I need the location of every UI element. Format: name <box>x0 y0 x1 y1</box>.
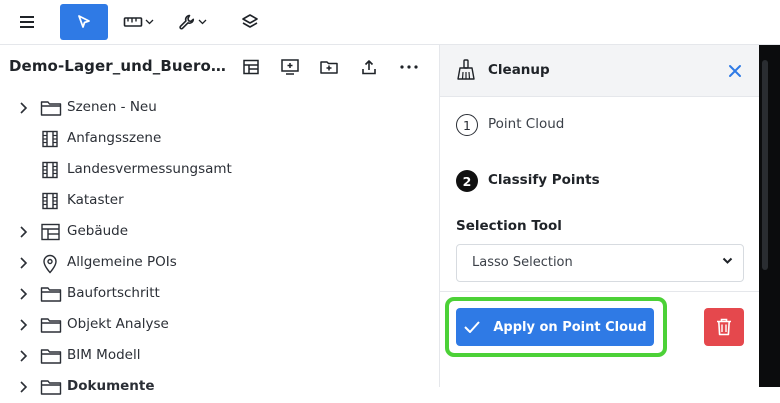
add-screen-icon <box>281 59 299 75</box>
film-icon <box>42 192 58 210</box>
check-icon <box>464 321 481 333</box>
tree-item-kataster[interactable]: Kataster <box>0 186 438 217</box>
tree-item-label: Szenen - Neu <box>67 99 157 115</box>
cursor-icon <box>78 15 90 28</box>
footer-divider <box>440 291 760 292</box>
chevron-right-icon[interactable] <box>19 318 29 332</box>
add-screen-button[interactable] <box>276 53 304 81</box>
folder-icon <box>40 287 62 302</box>
tree-item-label: Landesvermessungsamt <box>67 161 232 177</box>
upload-icon <box>362 60 376 75</box>
folder-icon <box>40 349 62 364</box>
map-pin-icon <box>43 254 57 274</box>
tree-item-dokumente[interactable]: Dokumente <box>0 372 438 403</box>
chevron-right-icon[interactable] <box>19 287 29 301</box>
chevron-right-icon[interactable] <box>19 256 29 270</box>
select-tool-button[interactable] <box>60 4 108 40</box>
tree-item-objekt-analyse[interactable]: Objekt Analyse <box>0 310 438 341</box>
chevron-down-icon <box>722 257 733 264</box>
apply-on-point-cloud-button[interactable]: Apply on Point Cloud <box>456 308 654 346</box>
tree-item-label: Anfangsszene <box>67 130 162 146</box>
selection-tool-select[interactable]: Lasso Selection <box>456 244 744 282</box>
chevron-right-icon[interactable] <box>19 349 29 363</box>
select-value: Lasso Selection <box>472 255 573 270</box>
film-icon <box>42 161 58 179</box>
tree-item-label: Objekt Analyse <box>67 316 169 332</box>
close-button[interactable] <box>724 60 746 82</box>
folder-icon <box>40 380 62 395</box>
ruler-icon <box>123 17 142 27</box>
more-options-button[interactable] <box>395 53 423 81</box>
tree-item-allgemeine-pois[interactable]: Allgemeine POIs <box>0 248 438 279</box>
step-label: Classify Points <box>488 172 600 188</box>
tree-item-gebaeude[interactable]: Gebäude <box>0 217 438 248</box>
layers-button[interactable] <box>232 4 268 40</box>
tree-item-bim-modell[interactable]: BIM Modell <box>0 341 438 372</box>
upload-button[interactable] <box>355 53 383 81</box>
tree-item-label: Kataster <box>67 192 124 208</box>
tree-item-baufortschritt[interactable]: Baufortschritt <box>0 279 438 310</box>
step-number: 1 <box>456 114 478 136</box>
chevron-right-icon[interactable] <box>19 225 29 239</box>
step-label: Point Cloud <box>488 116 565 132</box>
project-explorer: Demo-Lager_und_Buerogebäude <box>0 45 438 395</box>
delete-button[interactable] <box>704 308 744 346</box>
tools-button[interactable] <box>172 4 212 40</box>
add-folder-button[interactable] <box>315 53 343 81</box>
chevron-right-icon[interactable] <box>19 101 29 115</box>
menu-button[interactable] <box>10 4 46 40</box>
more-icon <box>400 65 418 69</box>
tree-item-anfangsszene[interactable]: Anfangsszene <box>0 124 438 155</box>
chevron-right-icon[interactable] <box>19 380 29 394</box>
tree-item-label: Gebäude <box>67 223 129 239</box>
close-icon <box>729 65 741 77</box>
tree-item-label: Allgemeine POIs <box>67 254 177 270</box>
tree-item-label: Dokumente <box>67 378 155 394</box>
cleanup-panel: Cleanup 1 Point Cloud 2 Classify Points … <box>439 45 760 387</box>
trash-icon <box>717 318 731 336</box>
layers-icon <box>242 14 258 28</box>
layout-icon <box>41 223 60 241</box>
project-header: Demo-Lager_und_Buerogebäude <box>0 45 438 89</box>
tree-item-label: Baufortschritt <box>67 285 160 301</box>
hamburger-icon <box>20 16 34 28</box>
wrench-icon <box>178 14 194 30</box>
panel-header: Cleanup <box>440 45 760 97</box>
project-title[interactable]: Demo-Lager_und_Buerogebäude <box>9 57 229 75</box>
top-toolbar <box>0 0 780 45</box>
film-icon <box>42 130 58 148</box>
tree-item-szenen-neu[interactable]: Szenen - Neu <box>0 93 438 124</box>
folder-icon <box>40 318 62 333</box>
measure-tool-button[interactable] <box>118 4 158 40</box>
tree-item-label: BIM Modell <box>67 347 141 363</box>
panel-title: Cleanup <box>488 62 550 78</box>
apply-button-label: Apply on Point Cloud <box>493 319 647 335</box>
tree-item-landesvermessungsamt[interactable]: Landesvermessungsamt <box>0 155 438 186</box>
selection-tool-label: Selection Tool <box>456 218 562 234</box>
broom-icon <box>457 59 475 80</box>
folder-icon <box>40 101 62 116</box>
add-folder-icon <box>320 61 338 74</box>
chevron-down-icon <box>198 19 206 25</box>
step-number: 2 <box>456 170 478 192</box>
layout-button[interactable] <box>237 53 265 81</box>
scrollbar[interactable] <box>762 60 768 270</box>
layout-icon <box>243 59 259 75</box>
chevron-down-icon <box>145 19 153 25</box>
